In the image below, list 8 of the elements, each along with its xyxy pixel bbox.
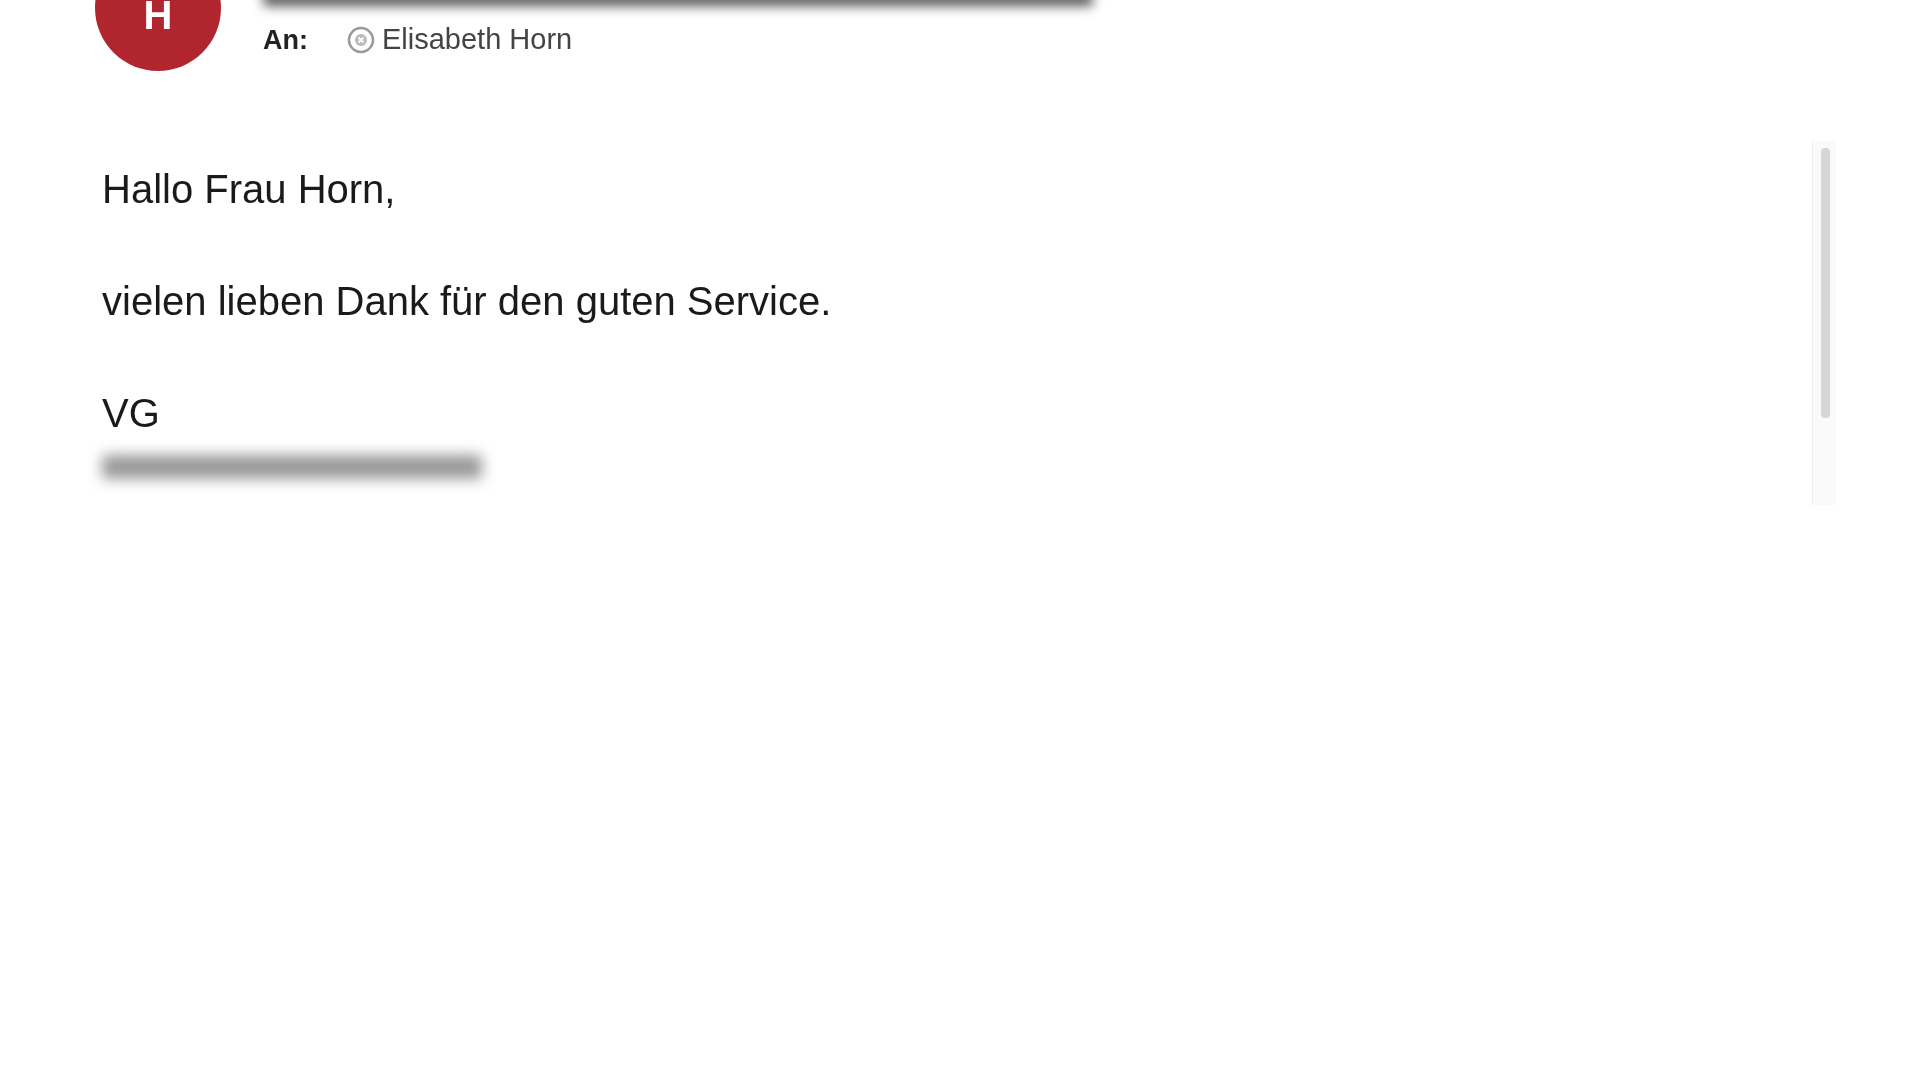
avatar-letter: H: [143, 0, 173, 35]
body-text: vielen lieben Dank für den guten Service.: [102, 281, 832, 321]
recipient-label: An:: [263, 23, 308, 57]
scrollbar-thumb[interactable]: [1821, 148, 1830, 418]
remove-icon[interactable]: [346, 24, 376, 55]
body-text: Hallo Frau Horn,: [102, 169, 396, 209]
recipient-name: Elisabeth Horn: [382, 22, 573, 57]
body-text: VG: [102, 393, 160, 433]
